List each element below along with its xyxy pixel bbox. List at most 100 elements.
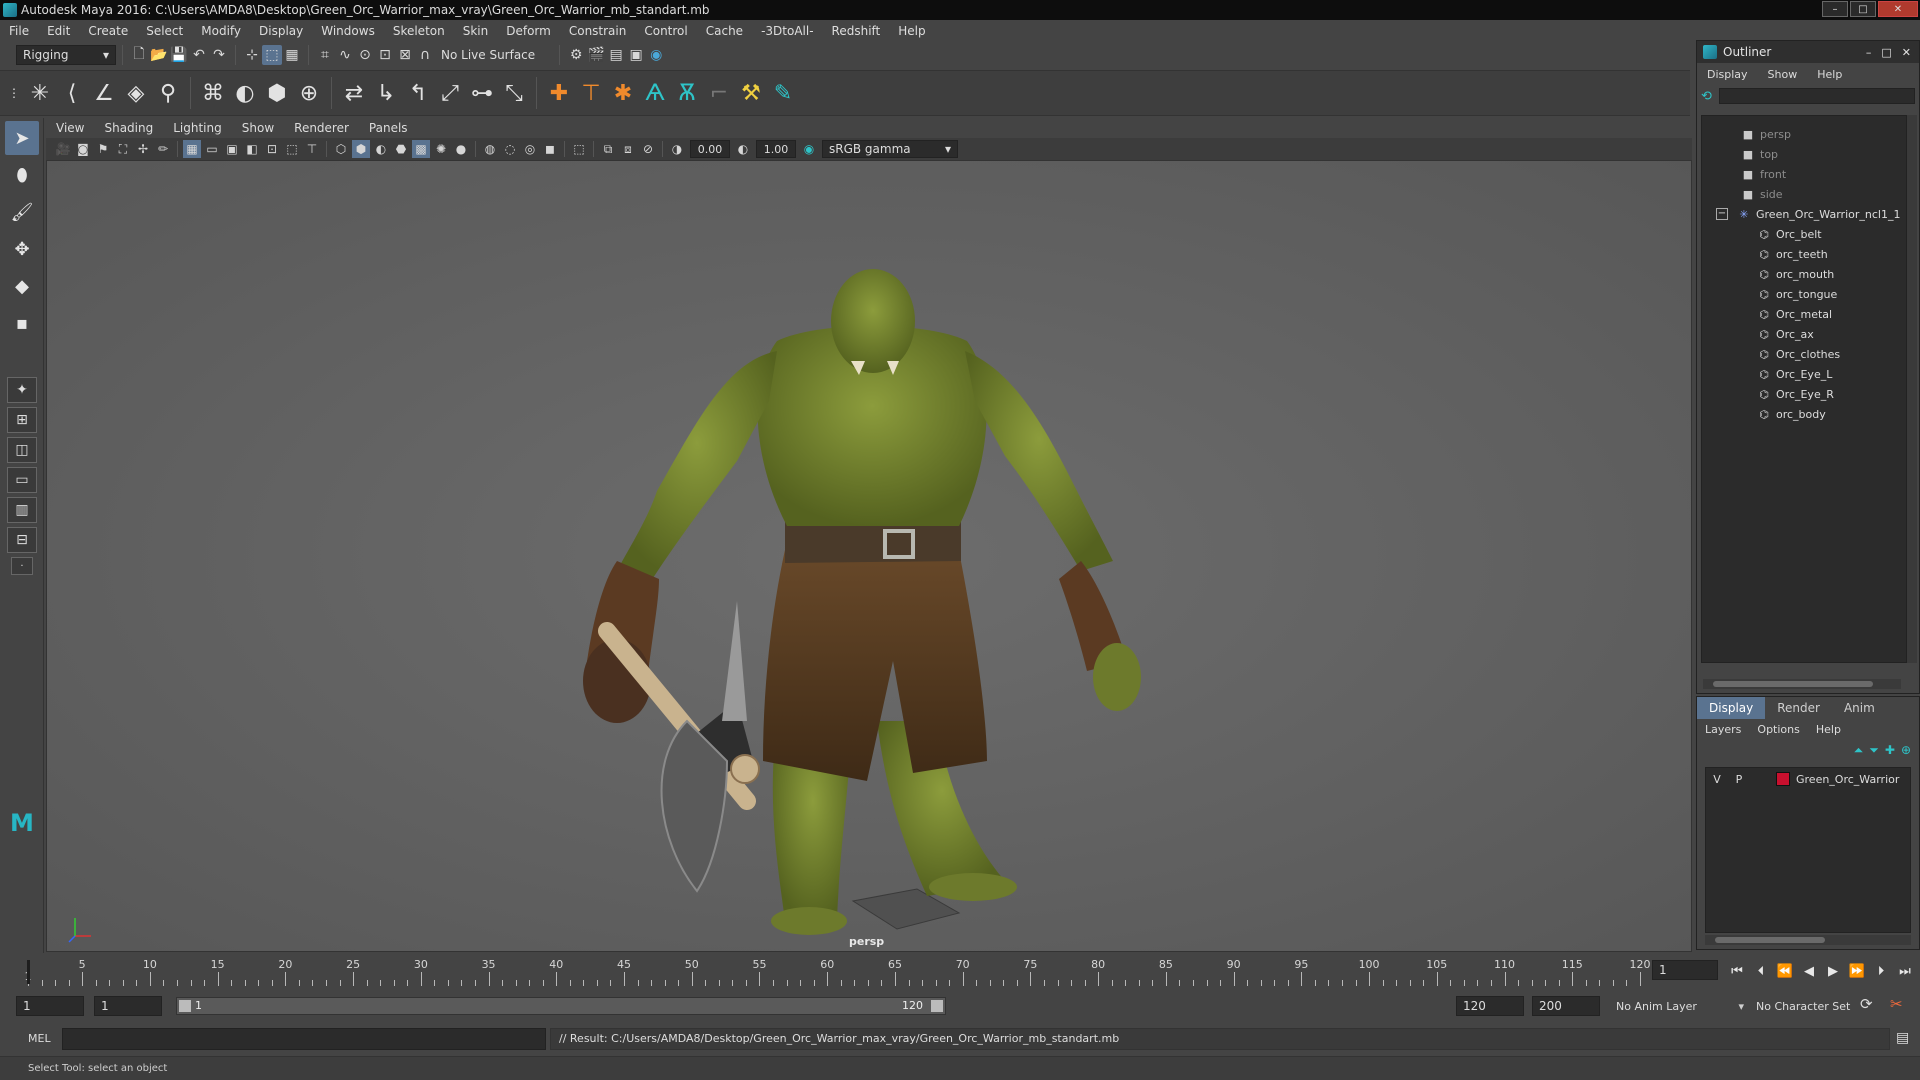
menu-3dtoall[interactable]: -3DtoAll-: [752, 20, 822, 42]
layer-visibility-toggle[interactable]: V: [1706, 773, 1728, 786]
menu-file[interactable]: File: [0, 20, 38, 42]
outliner-item-top[interactable]: ■ top: [1702, 144, 1906, 164]
snap-curve-icon[interactable]: ∿: [335, 45, 355, 65]
snap-live-icon[interactable]: ⊠: [395, 45, 415, 65]
layer-row[interactable]: V P Green_Orc_Warrior: [1706, 768, 1910, 790]
layer-list[interactable]: V P Green_Orc_Warrior: [1705, 767, 1911, 933]
persp-outliner-layout-icon[interactable]: ▭: [7, 467, 37, 493]
move-tool-icon[interactable]: ✥: [5, 232, 39, 266]
snap-point-icon[interactable]: ⊙: [355, 45, 375, 65]
outliner-tree[interactable]: ■ persp ■ top ■ front ■ side − ✳ Green_Orc_W…: [1701, 115, 1907, 663]
scrollbar-thumb[interactable]: [1713, 681, 1873, 687]
motion-blur-icon[interactable]: ◌: [501, 140, 519, 158]
wireframe-icon[interactable]: ⬡: [332, 140, 350, 158]
gamma-icon[interactable]: ◐: [734, 140, 752, 158]
image-plane-icon[interactable]: ⛶: [114, 140, 132, 158]
shadows-icon[interactable]: ●: [452, 140, 470, 158]
current-frame-field[interactable]: 1: [1652, 960, 1718, 980]
playback-start-field[interactable]: 1: [94, 996, 162, 1016]
panel-menu-lighting[interactable]: Lighting: [163, 121, 232, 135]
insert-joint-icon[interactable]: ◈: [120, 75, 152, 111]
animation-start-field[interactable]: 1: [16, 996, 84, 1016]
single-perspective-layout-icon[interactable]: ✦: [7, 377, 37, 403]
command-input[interactable]: [62, 1028, 546, 1050]
range-end-handle[interactable]: [931, 1000, 943, 1012]
ipr-render-icon[interactable]: ▤: [606, 45, 626, 65]
outliner-menu-help[interactable]: Help: [1807, 68, 1852, 81]
layer-color-swatch[interactable]: [1776, 772, 1790, 786]
outliner-horizontal-scrollbar[interactable]: [1703, 679, 1901, 689]
select-hierarchy-icon[interactable]: ⊹: [242, 45, 262, 65]
view-transform-selector[interactable]: sRGB gamma ▾: [822, 140, 958, 158]
use-all-lights-icon[interactable]: ✺: [432, 140, 450, 158]
select-object-icon[interactable]: ⬚: [262, 45, 282, 65]
delete-history-icon[interactable]: ⚒: [735, 75, 767, 111]
playback-end-field[interactable]: 120: [1456, 996, 1524, 1016]
layer-menu-options[interactable]: Options: [1749, 723, 1807, 736]
reset-transform-icon[interactable]: ✱: [607, 75, 639, 111]
locator-icon[interactable]: ✚: [543, 75, 575, 111]
move-layer-down-icon[interactable]: ⏷: [1869, 743, 1879, 758]
collapse-toggle-icon[interactable]: −: [1716, 208, 1728, 220]
menu-set-selector[interactable]: Rigging ▾: [16, 45, 116, 65]
lasso-tool-icon[interactable]: ⬮: [5, 158, 39, 192]
layer-playback-toggle[interactable]: P: [1728, 773, 1750, 786]
freeze-transform-icon[interactable]: ⊤: [575, 75, 607, 111]
step-back-key-icon[interactable]: ⏪: [1774, 960, 1796, 982]
outliner-item-child[interactable]: ⌬ Orc_Eye_L: [1702, 364, 1906, 384]
snap-magnet-icon[interactable]: ∩: [415, 45, 435, 65]
film-gate-icon[interactable]: ▭: [203, 140, 221, 158]
outliner-item-child[interactable]: ⌬ orc_mouth: [1702, 264, 1906, 284]
range-slider-bar[interactable]: 1 120: [176, 997, 946, 1015]
render-frame-icon[interactable]: 🎬: [586, 45, 606, 65]
minimize-button[interactable]: –: [1822, 1, 1848, 17]
menu-create[interactable]: Create: [79, 20, 137, 42]
ik-spline-icon[interactable]: ∠: [88, 75, 120, 111]
menu-skin[interactable]: Skin: [454, 20, 498, 42]
outliner-item-persp[interactable]: ■ persp: [1702, 124, 1906, 144]
step-forward-key-icon[interactable]: ⏩: [1846, 960, 1868, 982]
step-back-frame-icon[interactable]: ⏴: [1750, 960, 1772, 982]
point-constraint-icon[interactable]: ⇄: [338, 75, 370, 111]
layer-menu-help[interactable]: Help: [1808, 723, 1849, 736]
play-backwards-icon[interactable]: ◀: [1798, 960, 1820, 982]
move-layer-up-icon[interactable]: ⏶: [1854, 743, 1864, 758]
xray-icon[interactable]: ⧉: [599, 140, 617, 158]
parent-constraint-icon[interactable]: ↰: [402, 75, 434, 111]
use-default-material-icon[interactable]: ◐: [372, 140, 390, 158]
gamma-field[interactable]: 1.00: [756, 140, 796, 158]
panel-menu-renderer[interactable]: Renderer: [284, 121, 359, 135]
script-language-label[interactable]: MEL: [28, 1032, 51, 1045]
menu-deform[interactable]: Deform: [497, 20, 560, 42]
panel-menu-view[interactable]: View: [46, 121, 94, 135]
menu-control[interactable]: Control: [635, 20, 696, 42]
layer-name[interactable]: Green_Orc_Warrior: [1796, 773, 1899, 786]
outliner-search-input[interactable]: [1719, 88, 1915, 104]
current-time-indicator[interactable]: [27, 960, 30, 984]
perspective-viewport[interactable]: persp: [46, 160, 1692, 952]
menu-constrain[interactable]: Constrain: [560, 20, 636, 42]
rotate-tool-icon[interactable]: ◆: [5, 269, 39, 303]
outliner-vertical-scrollbar[interactable]: [1907, 115, 1917, 663]
cluster-icon[interactable]: ⊕: [293, 75, 325, 111]
outliner-item-child[interactable]: ⌬ orc_tongue: [1702, 284, 1906, 304]
two-d-pan-icon[interactable]: ✢: [134, 140, 152, 158]
auto-key-icon[interactable]: ⟳: [1860, 995, 1873, 1013]
menu-skeleton[interactable]: Skeleton: [384, 20, 454, 42]
bookmark-icon[interactable]: ⚑: [94, 140, 112, 158]
outliner-item-child[interactable]: ⌬ Orc_ax: [1702, 324, 1906, 344]
save-scene-icon[interactable]: 💾: [169, 45, 189, 65]
field-chart-icon[interactable]: ⊡: [263, 140, 281, 158]
color-management-icon[interactable]: ◉: [800, 140, 818, 158]
backface-culling-icon[interactable]: ⊘: [639, 140, 657, 158]
step-forward-frame-icon[interactable]: ⏵: [1870, 960, 1892, 982]
menu-windows[interactable]: Windows: [312, 20, 384, 42]
tab-anim[interactable]: Anim: [1832, 697, 1887, 719]
outliner-maximize-button[interactable]: □: [1881, 46, 1891, 59]
layer-menu-layers[interactable]: Layers: [1697, 723, 1749, 736]
paint-select-tool-icon[interactable]: 🖌: [5, 195, 39, 229]
close-button[interactable]: ✕: [1878, 1, 1918, 17]
scrollbar-thumb[interactable]: [1715, 937, 1825, 943]
menu-redshift[interactable]: Redshift: [823, 20, 890, 42]
persp-graph-layout-icon[interactable]: ▥: [7, 497, 37, 523]
